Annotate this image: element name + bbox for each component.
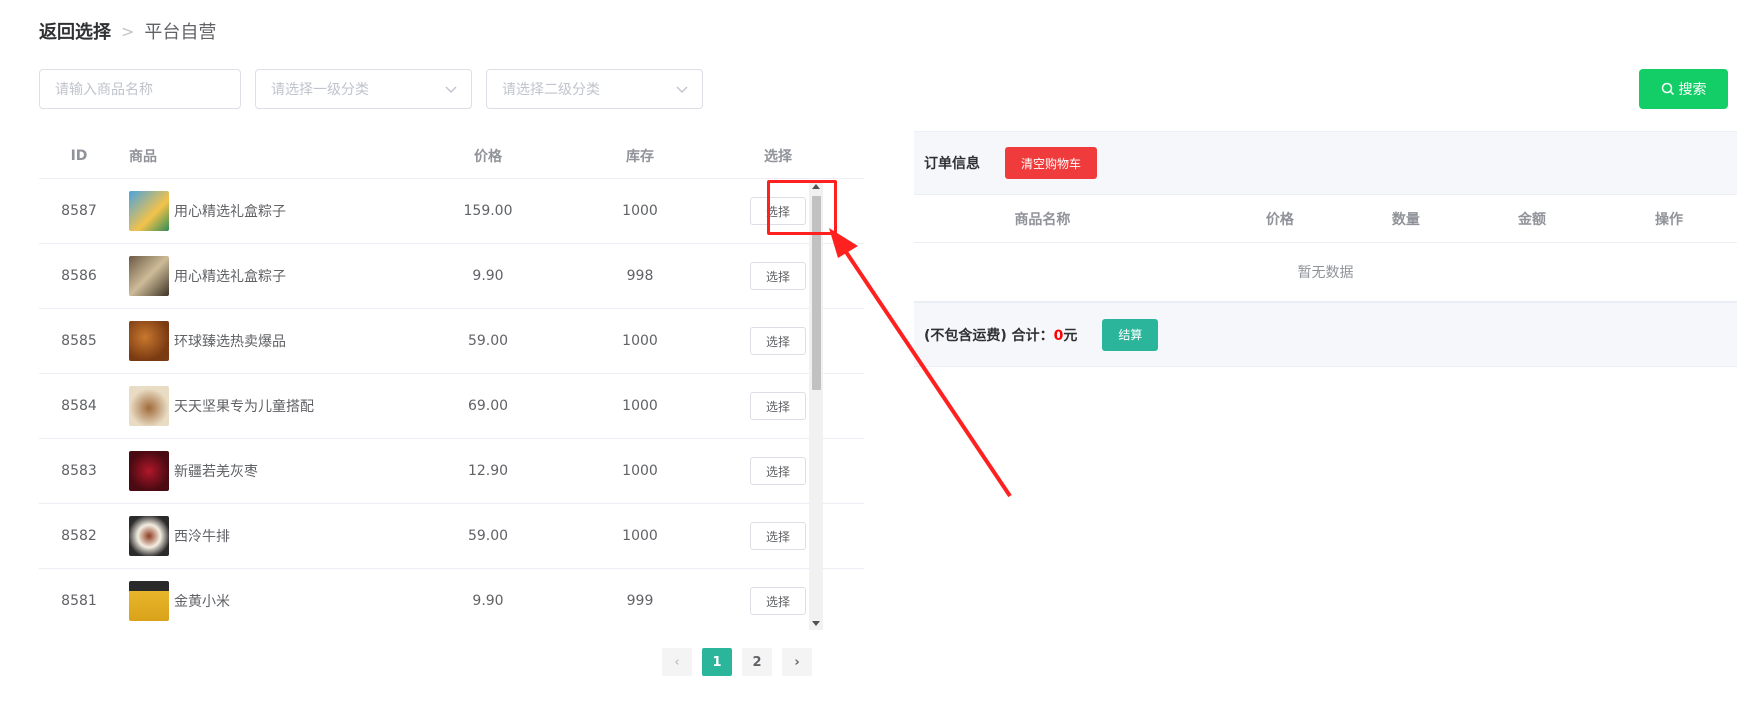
annotation-arrow-icon <box>829 228 1012 498</box>
